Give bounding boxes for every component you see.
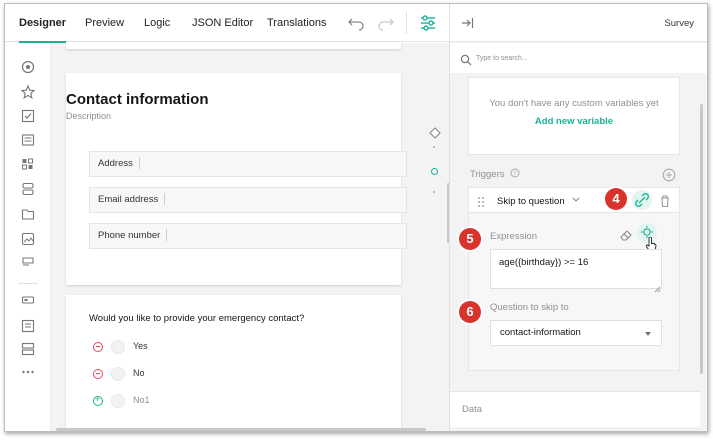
radiogroup-icon[interactable] xyxy=(21,60,35,74)
app-window: Designer Preview Logic JSON Editor Trans… xyxy=(4,3,708,432)
trigger-detail-box: Expression age({birthday}) >= 16 Questio… xyxy=(468,213,680,371)
connector-dot xyxy=(433,146,435,148)
radio-button xyxy=(111,394,125,408)
page-card[interactable]: Contact information Description Address … xyxy=(66,73,407,285)
trigger-type-dropdown[interactable]: Skip to question xyxy=(497,196,580,207)
address-field[interactable]: Address xyxy=(89,151,407,177)
panel-scrollbar[interactable] xyxy=(700,104,703,374)
phone-number-field[interactable]: Phone number xyxy=(89,223,407,249)
page-description[interactable]: Description xyxy=(66,111,111,121)
property-search[interactable]: Type to search... xyxy=(450,43,707,73)
expression-label: Expression xyxy=(490,231,537,242)
settings-button[interactable] xyxy=(415,10,441,36)
panel-title: Survey xyxy=(664,18,694,29)
ranking-icon[interactable] xyxy=(21,182,35,196)
tab-json-editor[interactable]: JSON Editor xyxy=(192,4,253,42)
email-address-field[interactable]: Email address xyxy=(89,187,407,213)
toolbox-divider xyxy=(18,283,38,284)
field-label: Phone number xyxy=(98,230,161,241)
toolbox-sidebar xyxy=(5,43,51,431)
rating-icon[interactable] xyxy=(20,84,36,99)
panel-header: Survey xyxy=(450,4,707,42)
variables-box: You don't have any custom variables yet … xyxy=(468,77,680,155)
field-label: Address xyxy=(98,158,133,169)
chevron-down-icon xyxy=(572,197,580,202)
question-to-skip-value: contact-information xyxy=(500,327,581,338)
choice-label[interactable]: No xyxy=(133,368,145,378)
image-icon[interactable] xyxy=(21,232,35,246)
radio-button xyxy=(111,340,125,354)
search-icon xyxy=(460,53,472,71)
trigger-row[interactable]: Skip to question xyxy=(468,187,680,213)
diamond-icon[interactable] xyxy=(429,126,441,144)
designer-canvas: Contact information Description Address … xyxy=(51,43,449,431)
triggers-label: Triggers ? xyxy=(470,168,520,180)
link-icon xyxy=(635,193,649,207)
field-label: Email address xyxy=(98,194,159,205)
choice-label[interactable]: Yes xyxy=(133,341,148,351)
expression-textarea[interactable]: age({birthday}) >= 16 xyxy=(490,249,662,289)
data-section-label: Data xyxy=(462,404,483,415)
checkbox-icon[interactable] xyxy=(21,109,35,123)
tab-preview[interactable]: Preview xyxy=(85,4,124,42)
collapse-panel-icon[interactable] xyxy=(460,16,474,35)
add-new-variable-link[interactable]: Add new variable xyxy=(469,116,679,127)
radio-button xyxy=(111,367,125,381)
remove-choice-icon[interactable] xyxy=(93,369,103,379)
redo-icon[interactable] xyxy=(377,14,395,32)
connector-dot xyxy=(433,191,435,193)
caret-down-icon xyxy=(645,332,651,336)
callout-badge-5: 5 xyxy=(459,228,481,250)
triggers-label-text: Triggers xyxy=(470,169,505,180)
trigger-type-value: Skip to question xyxy=(497,196,565,207)
help-icon[interactable]: ? xyxy=(510,168,520,178)
undo-icon[interactable] xyxy=(347,14,365,32)
previous-page-card xyxy=(66,43,401,49)
property-panel: Survey Type to search... You don't have … xyxy=(449,4,707,431)
comment-icon[interactable] xyxy=(21,319,35,333)
add-trigger-icon[interactable] xyxy=(662,168,676,187)
eraser-icon[interactable] xyxy=(619,228,633,247)
question-title[interactable]: Would you like to provide your emergency… xyxy=(89,313,304,324)
question-card[interactable]: Would you like to provide your emergency… xyxy=(66,295,401,431)
dropdown-icon[interactable] xyxy=(21,133,35,147)
field-divider xyxy=(166,229,168,242)
connector-circle-icon[interactable] xyxy=(431,168,438,175)
resize-handle-icon[interactable] xyxy=(654,280,661,298)
callout-badge-4: 4 xyxy=(605,188,627,210)
drag-handle-icon[interactable] xyxy=(477,195,485,213)
data-section[interactable]: Data xyxy=(450,391,700,427)
tab-logic[interactable]: Logic xyxy=(144,4,170,42)
field-divider xyxy=(138,157,140,170)
tab-translations[interactable]: Translations xyxy=(267,4,327,42)
toolbar-divider xyxy=(406,12,407,34)
matrix-icon[interactable] xyxy=(21,157,35,171)
question-to-skip-label: Question to skip to xyxy=(490,302,569,313)
canvas-horizontal-scrollbar[interactable] xyxy=(56,428,426,431)
more-icon[interactable] xyxy=(21,365,35,379)
panel-icon[interactable] xyxy=(21,207,35,221)
variables-empty-text: You don't have any custom variables yet xyxy=(489,98,659,109)
choice-label[interactable]: No1 xyxy=(133,395,150,405)
search-placeholder: Type to search... xyxy=(476,55,528,62)
page-title[interactable]: Contact information xyxy=(66,91,209,108)
logic-editor-button[interactable] xyxy=(632,190,652,210)
add-choice-icon[interactable] xyxy=(93,394,103,406)
multipletext-icon[interactable] xyxy=(21,342,35,356)
top-toolbar: Designer Preview Logic JSON Editor Trans… xyxy=(5,4,449,43)
boolean-icon[interactable] xyxy=(21,293,35,307)
tab-designer[interactable]: Designer xyxy=(19,4,67,43)
svg-text:?: ? xyxy=(513,171,516,178)
remove-choice-icon[interactable] xyxy=(93,342,103,352)
field-divider xyxy=(164,193,166,206)
delete-trigger-icon[interactable] xyxy=(659,194,671,213)
callout-badge-6: 6 xyxy=(459,301,481,323)
text-icon[interactable] xyxy=(21,256,35,270)
settings-icon xyxy=(421,15,435,31)
question-to-skip-select[interactable]: contact-information xyxy=(490,320,662,346)
